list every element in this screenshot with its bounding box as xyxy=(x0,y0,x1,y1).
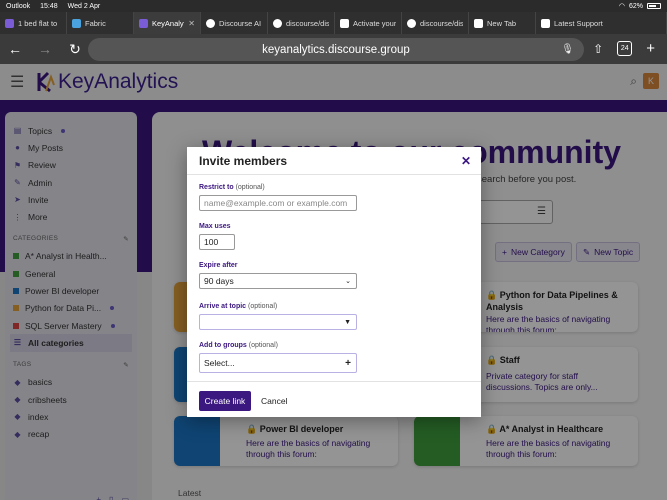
tab-favicon xyxy=(5,18,14,28)
tab-favicon xyxy=(273,18,282,28)
add-to-groups-select[interactable]: Select... + xyxy=(199,353,357,373)
tab-favicon xyxy=(206,18,215,28)
browser-tab[interactable]: discourse/dis xyxy=(402,12,469,34)
modal-header: Invite members ✕ xyxy=(187,147,481,175)
browser-tab[interactable]: Latest Support xyxy=(536,12,667,34)
microphone-icon[interactable]: 🎙 xyxy=(561,44,574,55)
arrive-at-topic-select[interactable]: ▼ xyxy=(199,314,357,330)
max-uses-label: Max uses xyxy=(199,223,231,230)
close-tab-icon[interactable]: ✕ xyxy=(188,19,195,28)
reload-icon[interactable]: ↻ xyxy=(64,41,86,58)
browser-tab[interactable]: 1 bed flat to xyxy=(0,12,67,34)
browser-tab-active[interactable]: KeyAnalytics✕ xyxy=(134,12,201,34)
cancel-button[interactable]: Cancel xyxy=(261,391,287,411)
tab-favicon xyxy=(474,18,483,28)
forward-arrow-icon[interactable]: → xyxy=(34,41,56,57)
modal-title: Invite members xyxy=(199,154,288,168)
expire-after-select[interactable]: 90 days ⌄ xyxy=(199,273,357,289)
modal-footer-divider xyxy=(187,381,481,382)
share-icon[interactable]: ⇧ xyxy=(593,42,603,56)
wifi-icon: ◠ xyxy=(618,3,625,10)
url-bar[interactable]: keyanalytics.discourse.group 🎙 xyxy=(88,38,584,61)
back-arrow-icon[interactable]: ← xyxy=(4,41,26,57)
max-uses-input[interactable]: 100 xyxy=(199,234,235,250)
tab-favicon xyxy=(139,18,148,28)
plus-icon: + xyxy=(345,357,351,369)
chevron-down-icon: ⌄ xyxy=(345,278,351,285)
create-link-button[interactable]: Create link xyxy=(199,391,251,411)
status-time: 15:48 xyxy=(40,2,58,10)
back-to-app[interactable]: Outlook xyxy=(6,3,30,10)
browser-tab[interactable]: Discourse AI xyxy=(201,12,268,34)
arrive-at-topic-label: Arrive at topic (optional) xyxy=(199,303,278,310)
tab-favicon xyxy=(541,18,550,28)
new-tab-icon[interactable]: + xyxy=(646,40,655,57)
browser-tab[interactable]: discourse/dis xyxy=(268,12,335,34)
url-text: keyanalytics.discourse.group xyxy=(262,43,410,56)
tab-favicon xyxy=(72,18,81,28)
tab-strip: 1 bed flat to Fabric KeyAnalytics✕ Disco… xyxy=(0,12,667,34)
browser-tab[interactable]: Fabric xyxy=(67,12,134,34)
expire-after-label: Expire after xyxy=(199,262,238,269)
status-bar: Outlook 15:48 Wed 2 Apr ◠ 62% xyxy=(0,0,667,12)
caret-down-icon: ▼ xyxy=(344,318,351,326)
add-to-groups-label: Add to groups (optional) xyxy=(199,342,278,349)
tab-favicon xyxy=(407,18,416,28)
browser-tab[interactable]: Activate your xyxy=(335,12,402,34)
tab-count-button[interactable]: 24 xyxy=(617,41,633,56)
status-date: Wed 2 Apr xyxy=(67,2,101,10)
battery-icon xyxy=(647,3,661,9)
browser-tab[interactable]: New Tab xyxy=(469,12,536,34)
invite-members-modal: Invite members ✕ Restrict to (optional) … xyxy=(187,147,481,417)
battery-percent: 62% xyxy=(628,2,643,10)
tab-favicon xyxy=(340,18,349,28)
close-icon[interactable]: ✕ xyxy=(461,154,471,168)
restrict-to-label: Restrict to (optional) xyxy=(199,184,265,191)
restrict-to-input[interactable]: name@example.com or example.com xyxy=(199,195,357,211)
browser-toolbar: ← → ↻ keyanalytics.discourse.group 🎙 ⇧ 2… xyxy=(0,34,667,64)
